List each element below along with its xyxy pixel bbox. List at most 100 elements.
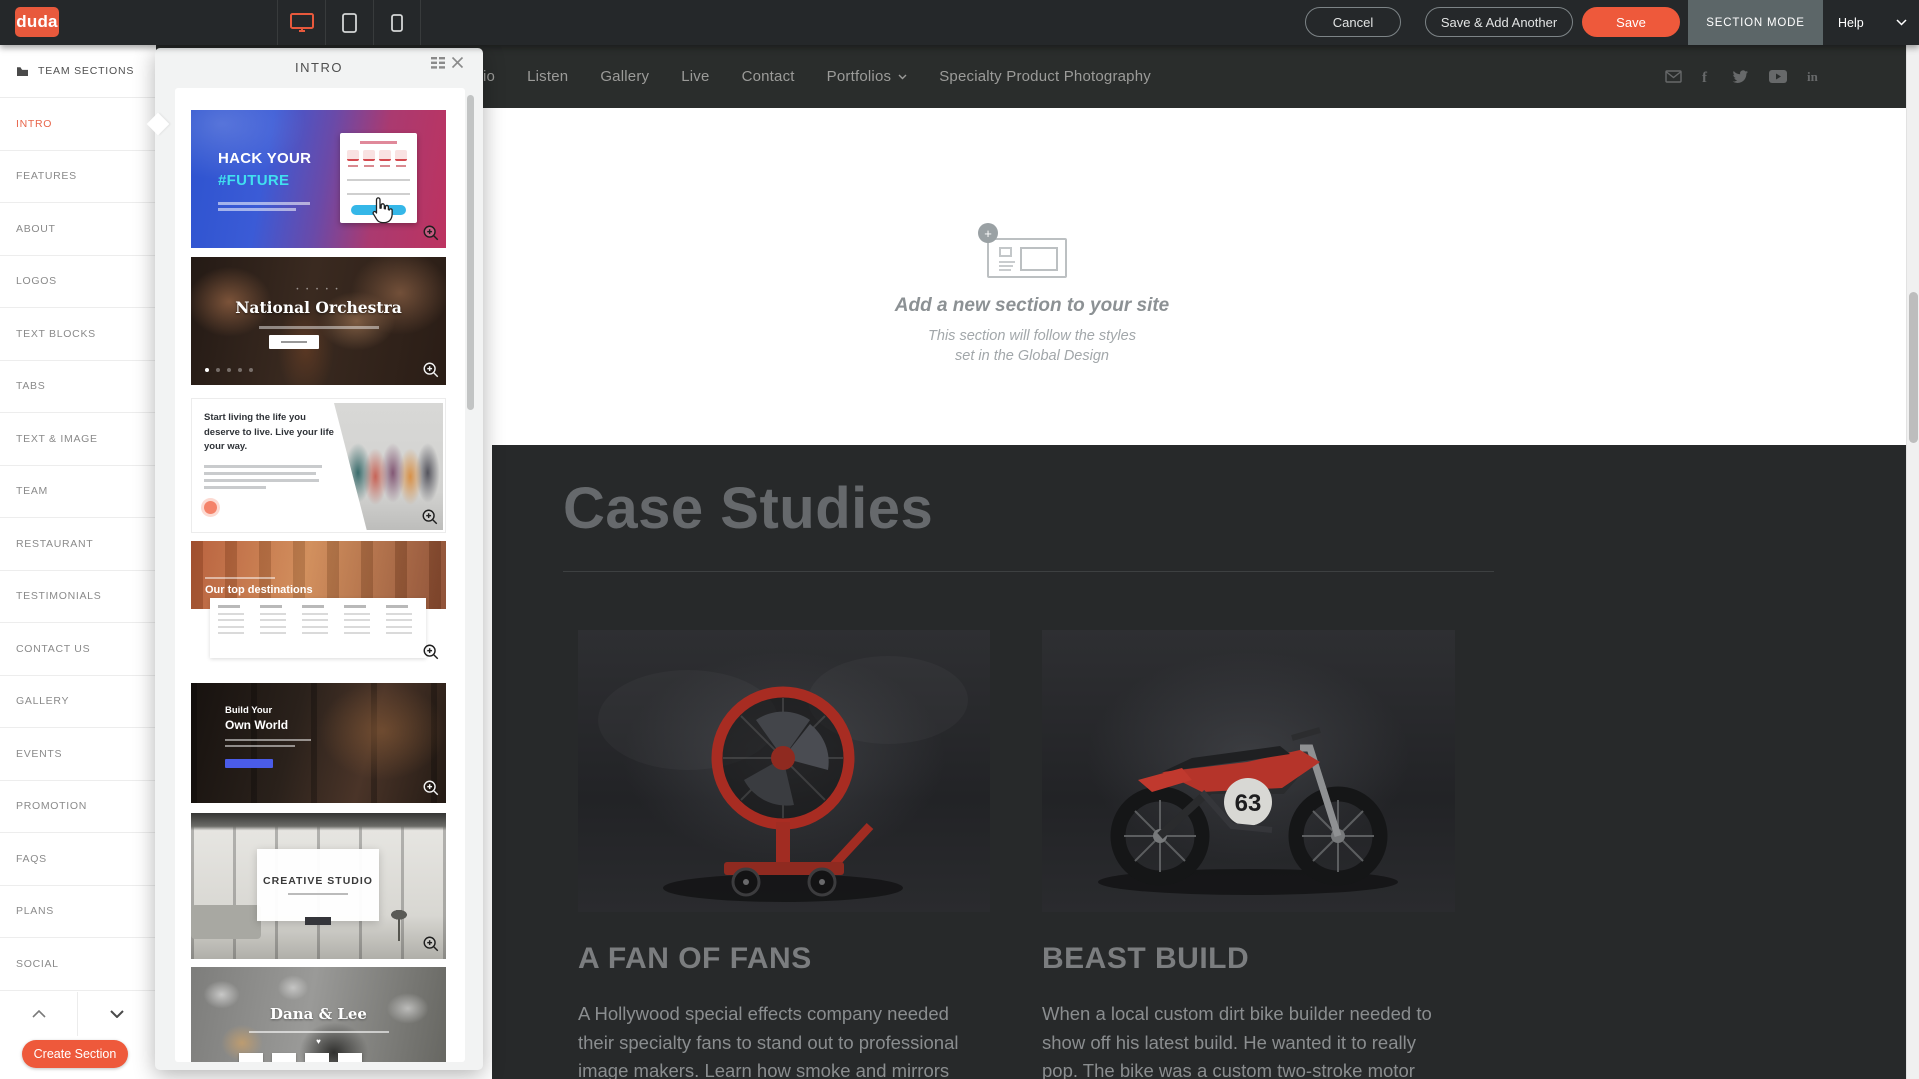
- svg-text:f: f: [1702, 70, 1708, 85]
- youtube-icon[interactable]: [1769, 70, 1787, 83]
- chevron-down-icon[interactable]: [1896, 19, 1907, 26]
- countdown-cell: [239, 1053, 263, 1062]
- zoom-preview-icon[interactable]: [422, 643, 440, 661]
- desktop-preview-button[interactable]: [277, 0, 325, 45]
- add-section-subtitle-line1: This section will follow the styles: [882, 328, 1182, 344]
- mobile-preview-button[interactable]: [373, 0, 421, 45]
- template-thumbnail-creative-studio[interactable]: CREATIVE STUDIO: [191, 813, 446, 959]
- text-line: [204, 486, 266, 489]
- dot: [205, 368, 209, 372]
- nav-item-contact[interactable]: Contact: [742, 68, 795, 85]
- section-wireframe-icon: [987, 238, 1067, 278]
- nav-item-portfolios[interactable]: Portfolios: [827, 68, 908, 85]
- sidebar-item-tabs[interactable]: TABS: [0, 361, 156, 414]
- sidebar-item-restaurant[interactable]: RESTAURANT: [0, 518, 156, 571]
- button-shape: [305, 917, 331, 925]
- sidebar-item-logos[interactable]: LOGOS: [0, 256, 156, 309]
- nav-item-live[interactable]: Live: [681, 68, 709, 85]
- wireframe-line: [999, 269, 1011, 271]
- sidebar-item-promotion[interactable]: PROMOTION: [0, 781, 156, 834]
- label-bar: [396, 165, 406, 167]
- countdown-digits: [347, 150, 407, 161]
- nav-item-label: Specialty Product Photography: [939, 68, 1151, 85]
- duda-logo: duda: [15, 7, 59, 37]
- text-line: [204, 479, 319, 482]
- email-icon[interactable]: [1665, 70, 1682, 83]
- template-thumbnail-start-living[interactable]: Start living the life you deserve to liv…: [191, 398, 446, 533]
- panel-scrollbar-thumb[interactable]: [467, 95, 474, 410]
- sidebar-item-team[interactable]: TEAM: [0, 466, 156, 519]
- sidebar-item-text-blocks[interactable]: TEXT BLOCKS: [0, 308, 156, 361]
- card-title-bar: [360, 141, 397, 144]
- sidebar-item-testimonials[interactable]: TESTIMONIALS: [0, 571, 156, 624]
- table-column: [260, 605, 292, 651]
- sidebar-item-text-image[interactable]: TEXT & IMAGE: [0, 413, 156, 466]
- thumb-title: Our top destinations: [205, 584, 313, 596]
- zoom-preview-icon[interactable]: [422, 361, 440, 379]
- help-menu[interactable]: Help: [1838, 0, 1864, 45]
- zoom-preview-icon[interactable]: [421, 508, 439, 526]
- close-icon[interactable]: [451, 56, 464, 69]
- tablet-preview-button[interactable]: [325, 0, 373, 45]
- nav-item-label: Contact: [742, 68, 795, 85]
- dirt-bike-image: 63: [1042, 630, 1455, 912]
- cancel-button[interactable]: Cancel: [1305, 7, 1401, 37]
- add-section-plus-icon[interactable]: +: [978, 223, 998, 243]
- save-button[interactable]: Save: [1582, 7, 1680, 37]
- input-line: [347, 179, 410, 181]
- desktop-icon: [289, 12, 315, 34]
- template-thumbnail-top-destinations[interactable]: Our top destinations: [191, 541, 446, 667]
- sidebar-item-intro[interactable]: INTRO: [0, 98, 156, 151]
- table-column: [302, 605, 334, 651]
- sidebar-item-faqs[interactable]: FAQS: [0, 833, 156, 886]
- countdown-cell: [363, 150, 375, 161]
- nav-item-listen[interactable]: Listen: [527, 68, 568, 85]
- zoom-preview-icon[interactable]: [422, 779, 440, 797]
- scroll-up-button[interactable]: [0, 992, 78, 1036]
- sidebar-item-events[interactable]: EVENTS: [0, 728, 156, 781]
- case-study-card-bike: 63 BEAST BUILD When a local custom dirt …: [1042, 630, 1455, 1079]
- sidebar-item-about[interactable]: ABOUT: [0, 203, 156, 256]
- sidebar-item-contact-us[interactable]: CONTACT US: [0, 623, 156, 676]
- case-study-text: A Hollywood special effects company need…: [578, 1000, 990, 1079]
- sidebar-item-gallery[interactable]: GALLERY: [0, 676, 156, 729]
- grid-view-icon[interactable]: [431, 57, 445, 69]
- sidebar-item-features[interactable]: FEATURES: [0, 151, 156, 204]
- bike-number-plate: 63: [1235, 790, 1262, 817]
- zoom-preview-icon[interactable]: [422, 935, 440, 953]
- sidebar-item-plans[interactable]: PLANS: [0, 886, 156, 939]
- nav-item-gallery[interactable]: Gallery: [600, 68, 649, 85]
- save-add-another-button[interactable]: Save & Add Another: [1425, 7, 1573, 37]
- text-line: [225, 739, 311, 741]
- nav-item-label: Gallery: [600, 68, 649, 85]
- create-section-button[interactable]: Create Section: [22, 1040, 128, 1068]
- zoom-preview-icon[interactable]: [422, 224, 440, 242]
- linkedin-icon[interactable]: in: [1807, 69, 1822, 84]
- text-line: [249, 1031, 389, 1033]
- chair-shape: [386, 909, 412, 941]
- template-thumbnail-national-orchestra[interactable]: • • • • • National Orchestra: [191, 257, 446, 385]
- sidebar-item-social[interactable]: SOCIAL: [0, 938, 156, 991]
- template-thumbnail-hack-your-future[interactable]: HACK YOUR #FUTURE: [191, 110, 446, 248]
- twitter-icon[interactable]: [1732, 70, 1749, 84]
- template-thumbnail-build-your-own-world[interactable]: Build Your Own World: [191, 683, 446, 803]
- template-thumbnail-dana-and-lee[interactable]: Dana & Lee ♥: [191, 967, 446, 1062]
- scroll-down-button[interactable]: [78, 992, 156, 1036]
- thumb-subtitle: Own World: [225, 718, 288, 732]
- signup-button-shape: [351, 205, 406, 215]
- svg-text:in: in: [1807, 69, 1819, 84]
- text-line: [259, 326, 379, 329]
- countdown-cell: [272, 1053, 296, 1062]
- heart-icon: ♥: [191, 1037, 446, 1046]
- countdown-boxes: [239, 1053, 362, 1062]
- nav-item-bio[interactable]: io: [483, 68, 495, 85]
- countdown-cell: [347, 150, 359, 161]
- browser-scrollbar[interactable]: [1906, 45, 1919, 1079]
- add-section-subtitle-line2: set in the Global Design: [882, 348, 1182, 364]
- browser-scrollbar-thumb[interactable]: [1909, 292, 1918, 443]
- facebook-icon[interactable]: f: [1702, 69, 1712, 85]
- sidebar-header-label: TEAM SECTIONS: [38, 65, 134, 77]
- editor-topbar: duda Cancel Save & Add Another Save SECT…: [0, 0, 1919, 45]
- fan-machine-illustration: [578, 630, 990, 912]
- nav-item-specialty[interactable]: Specialty Product Photography: [939, 68, 1151, 85]
